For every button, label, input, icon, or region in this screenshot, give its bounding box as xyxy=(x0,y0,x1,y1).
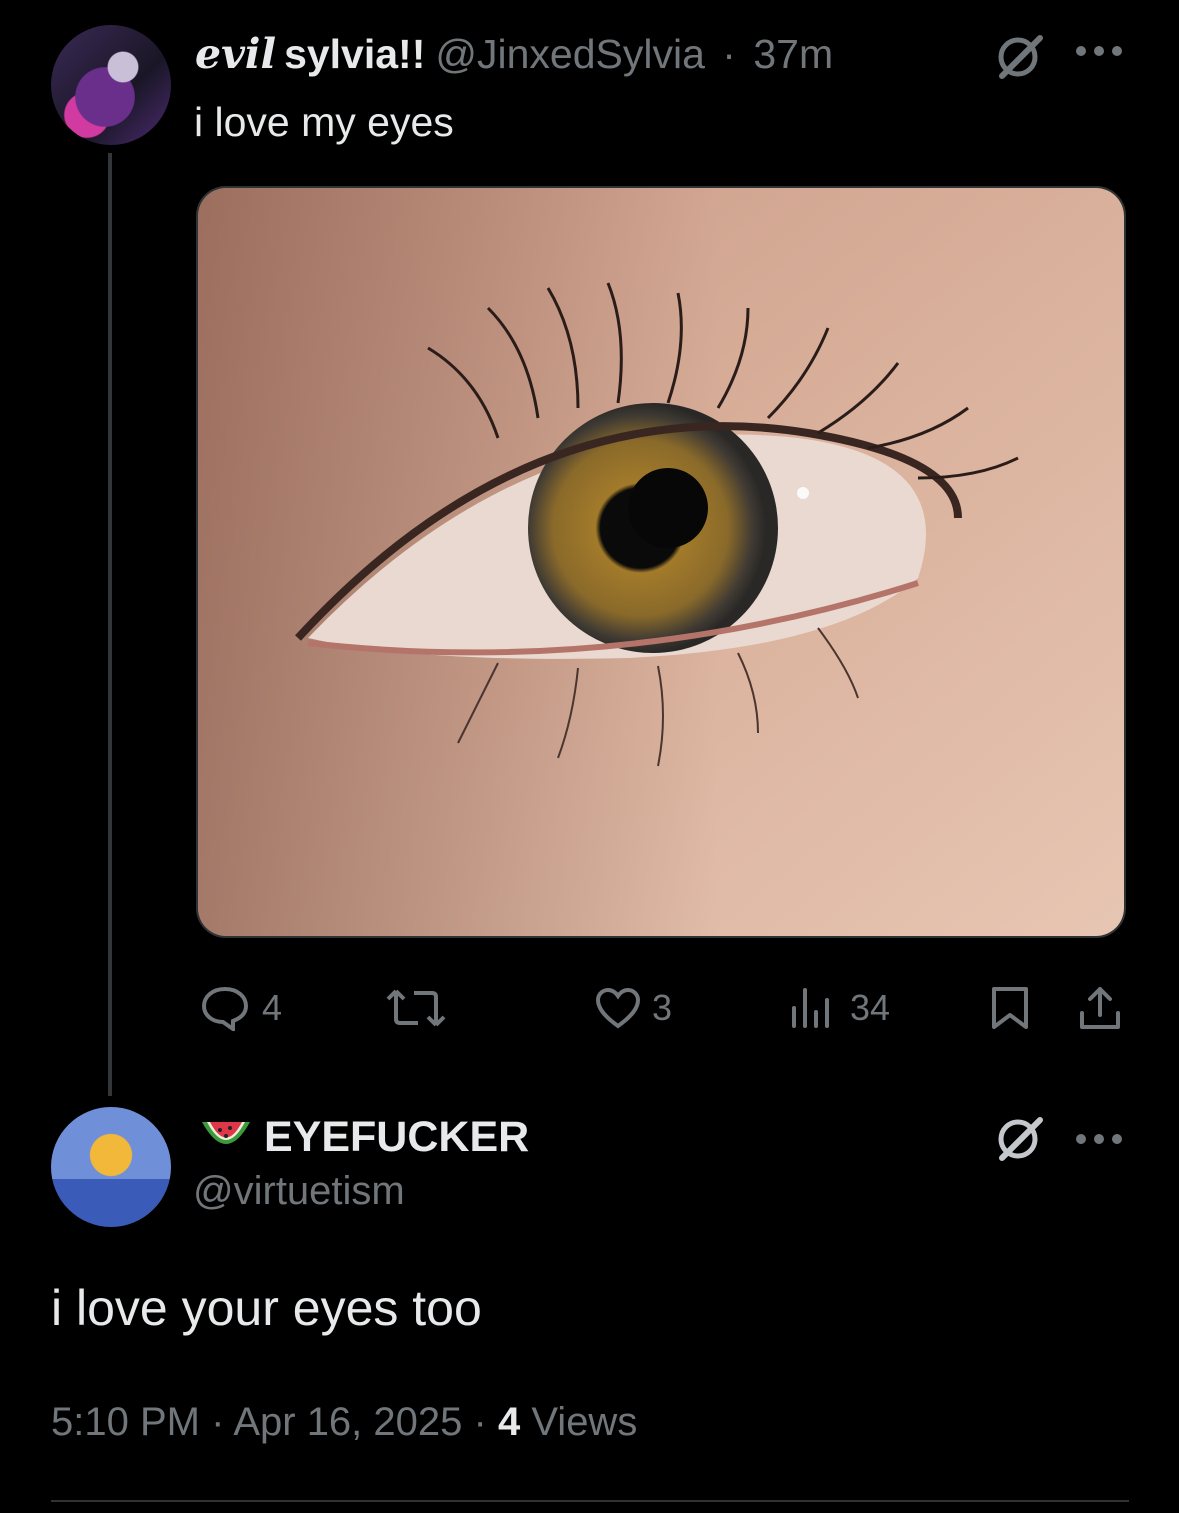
reply-display-name[interactable]: EYEFUCKER xyxy=(264,1109,529,1165)
reply-meta: 5:10 PM · Apr 16, 2025 · 4 Views xyxy=(51,1394,637,1450)
views-icon xyxy=(790,986,832,1030)
views-action[interactable]: 34 xyxy=(790,983,890,1033)
avatar-sylvia[interactable] xyxy=(51,25,171,145)
more-icon[interactable] xyxy=(1074,44,1126,58)
share-icon xyxy=(1078,985,1122,1031)
reply-date[interactable]: Apr 16, 2025 xyxy=(233,1400,462,1444)
share-action[interactable] xyxy=(1078,983,1122,1033)
separator: · xyxy=(722,31,736,77)
user-handle[interactable]: @JinxedSylvia xyxy=(435,31,705,77)
separator: · xyxy=(211,1400,225,1444)
reply-user-handle[interactable]: @virtuetism xyxy=(193,1165,405,1217)
grok-icon[interactable] xyxy=(994,32,1048,82)
like-count: 3 xyxy=(652,987,673,1028)
reply-time[interactable]: 5:10 PM xyxy=(51,1400,200,1444)
retweet-icon xyxy=(384,985,448,1031)
tweet-text: i love my eyes xyxy=(194,99,454,145)
divider xyxy=(51,1500,1129,1502)
views-count: 34 xyxy=(850,987,891,1028)
watermelon-icon xyxy=(200,1118,252,1159)
like-action[interactable]: 3 xyxy=(594,983,672,1033)
grok-icon[interactable] xyxy=(994,1114,1048,1164)
reply-text: i love your eyes too xyxy=(51,1280,482,1336)
reply-count: 4 xyxy=(262,987,283,1028)
tweet-image[interactable] xyxy=(196,186,1126,938)
separator: · xyxy=(473,1400,487,1444)
reply-action[interactable]: 4 xyxy=(200,983,282,1033)
avatar-virtuetism[interactable] xyxy=(51,1107,171,1227)
bookmark-icon xyxy=(990,985,1030,1031)
reply-views-label: Views xyxy=(531,1400,638,1444)
heart-icon xyxy=(594,986,642,1030)
display-name-prefix[interactable]: evil xyxy=(195,30,276,78)
display-name[interactable]: sylvia!! xyxy=(284,31,425,77)
reply-views-count: 4 xyxy=(497,1400,521,1444)
thread-line xyxy=(108,153,112,1096)
bookmark-action[interactable] xyxy=(990,983,1030,1033)
reply-icon xyxy=(200,985,250,1031)
more-icon[interactable] xyxy=(1074,1132,1126,1146)
retweet-action[interactable] xyxy=(384,983,448,1033)
tweet-header: evil sylvia!! @JinxedSylvia · 37m xyxy=(195,28,833,80)
timestamp[interactable]: 37m xyxy=(753,31,833,77)
